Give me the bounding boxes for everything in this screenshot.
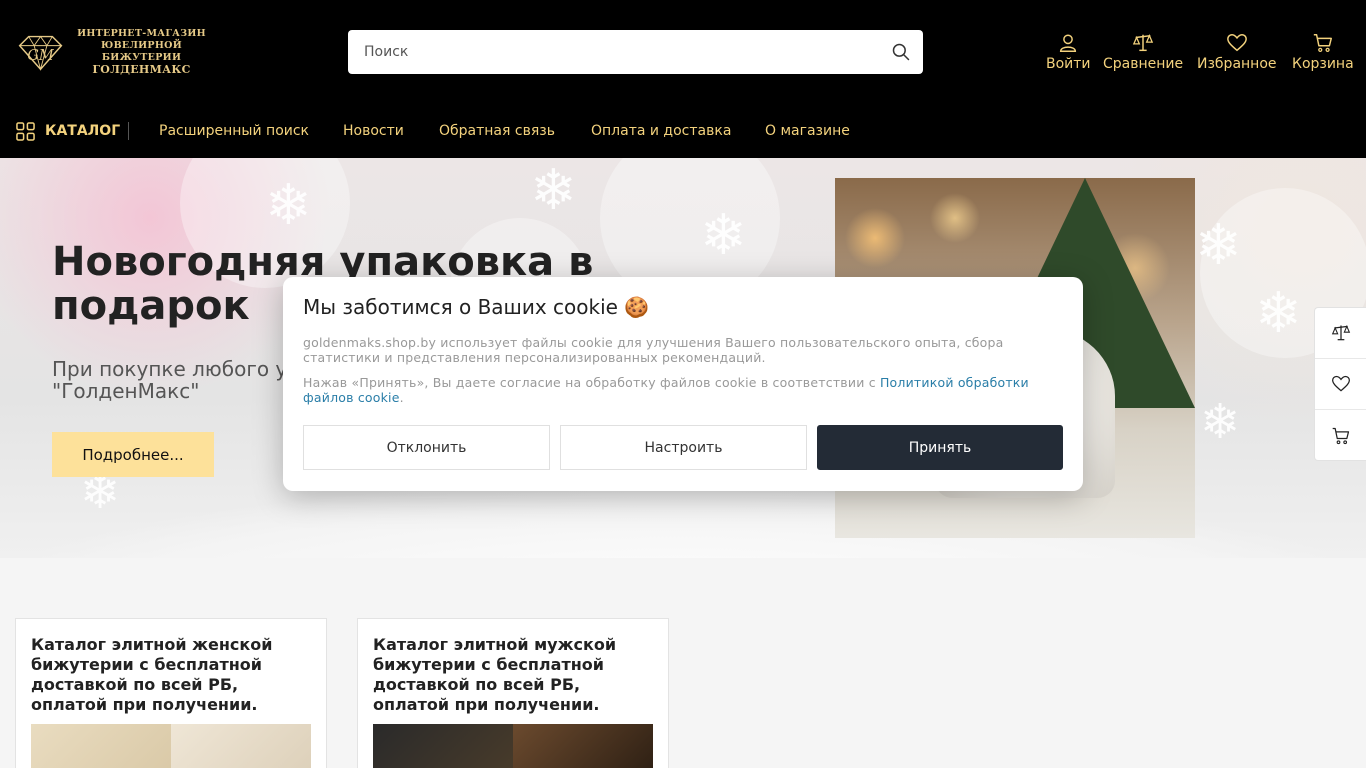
cookie-consent-dialog: Мы заботимся о Ваших cookie 🍪 goldenmaks… (283, 277, 1083, 491)
search-input[interactable] (348, 30, 879, 74)
site-header: GM ИНТЕРНЕТ-МАГАЗИН ЮВЕЛИРНОЙ БИЖУТЕРИИ … (0, 0, 1366, 158)
search-button[interactable] (879, 30, 923, 74)
side-quick-panel (1314, 307, 1366, 461)
catalog-label: КАТАЛОГ (45, 123, 121, 139)
logo-line-3: ГОЛДЕНМАКС (92, 63, 191, 76)
nav-link-advanced-search[interactable]: Расширенный поиск (159, 110, 309, 152)
heart-icon (1331, 375, 1350, 392)
favorites-label: Избранное (1197, 56, 1277, 72)
cookie-configure-button[interactable]: Настроить (560, 425, 807, 470)
compare-button[interactable]: Сравнение (1103, 32, 1183, 72)
cookie-consent-text: Нажав «Принять», Вы даете согласие на об… (303, 375, 880, 390)
user-icon (1060, 34, 1077, 52)
snowflake-icon: ❄ (265, 173, 312, 238)
cart-icon (1313, 34, 1332, 52)
login-label: Войти (1046, 56, 1091, 72)
login-button[interactable]: Войти (1046, 32, 1091, 72)
nav-link-feedback[interactable]: Обратная связь (439, 110, 555, 152)
heart-icon (1226, 34, 1247, 52)
side-compare-button[interactable] (1315, 308, 1366, 359)
cookie-decline-button[interactable]: Отклонить (303, 425, 550, 470)
compare-icon (1331, 324, 1350, 341)
side-cart-button[interactable] (1315, 410, 1366, 461)
cookie-accept-button[interactable]: Принять (817, 425, 1063, 470)
nav-link-about[interactable]: О магазине (765, 110, 850, 152)
category-image (373, 724, 653, 768)
logo-line-2: ЮВЕЛИРНОЙ БИЖУТЕРИИ (101, 40, 182, 63)
cookie-consent-note: Нажав «Принять», Вы даете согласие на об… (303, 375, 1063, 405)
logo-line-1: ИНТЕРНЕТ-МАГАЗИН (77, 28, 206, 39)
main-nav: КАТАЛОГ Расширенный поиск Новости Обратн… (0, 110, 1366, 152)
favorites-button[interactable]: Избранное (1197, 32, 1277, 72)
snowflake-icon: ❄ (700, 203, 747, 268)
snowflake-icon: ❄ (530, 158, 577, 223)
svg-text:GM: GM (27, 48, 55, 64)
site-logo[interactable]: GM ИНТЕРНЕТ-МАГАЗИН ЮВЕЛИРНОЙ БИЖУТЕРИИ … (16, 28, 216, 76)
category-card-men[interactable]: Каталог элитной мужской бижутерии с бесп… (357, 618, 669, 768)
compare-icon (1132, 34, 1154, 52)
snowflake-icon: ❄ (1195, 213, 1242, 278)
search-bar (348, 30, 923, 74)
nav-divider (128, 122, 129, 140)
nav-link-news[interactable]: Новости (343, 110, 404, 152)
cart-label: Корзина (1292, 56, 1354, 72)
logo-emblem-icon: GM (18, 35, 63, 72)
cookie-description: goldenmaks.shop.by использует файлы cook… (303, 335, 1004, 365)
category-image (31, 724, 311, 768)
cart-icon (1332, 427, 1349, 444)
category-title: Каталог элитной мужской бижутерии с бесп… (373, 635, 617, 714)
side-favorites-button[interactable] (1315, 359, 1366, 410)
grid-icon (16, 121, 35, 141)
snowflake-icon: ❄ (1200, 394, 1241, 450)
category-title: Каталог элитной женской бижутерии с бесп… (31, 635, 273, 714)
search-icon (892, 43, 910, 61)
logo-text: ИНТЕРНЕТ-МАГАЗИН ЮВЕЛИРНОЙ БИЖУТЕРИИ ГОЛ… (67, 28, 216, 76)
snowflake-icon: ❄ (1255, 281, 1302, 346)
compare-label: Сравнение (1103, 56, 1184, 72)
cookie-consent-suffix: . (399, 390, 404, 405)
catalog-button[interactable]: КАТАЛОГ (16, 110, 120, 152)
cart-button[interactable]: Корзина (1292, 32, 1354, 72)
cookie-title: Мы заботимся о Ваших cookie 🍪 (303, 295, 650, 319)
banner-more-button[interactable]: Подробнее... (52, 432, 214, 477)
nav-link-payment-delivery[interactable]: Оплата и доставка (591, 110, 731, 152)
category-card-women[interactable]: Каталог элитной женской бижутерии с бесп… (15, 618, 327, 768)
